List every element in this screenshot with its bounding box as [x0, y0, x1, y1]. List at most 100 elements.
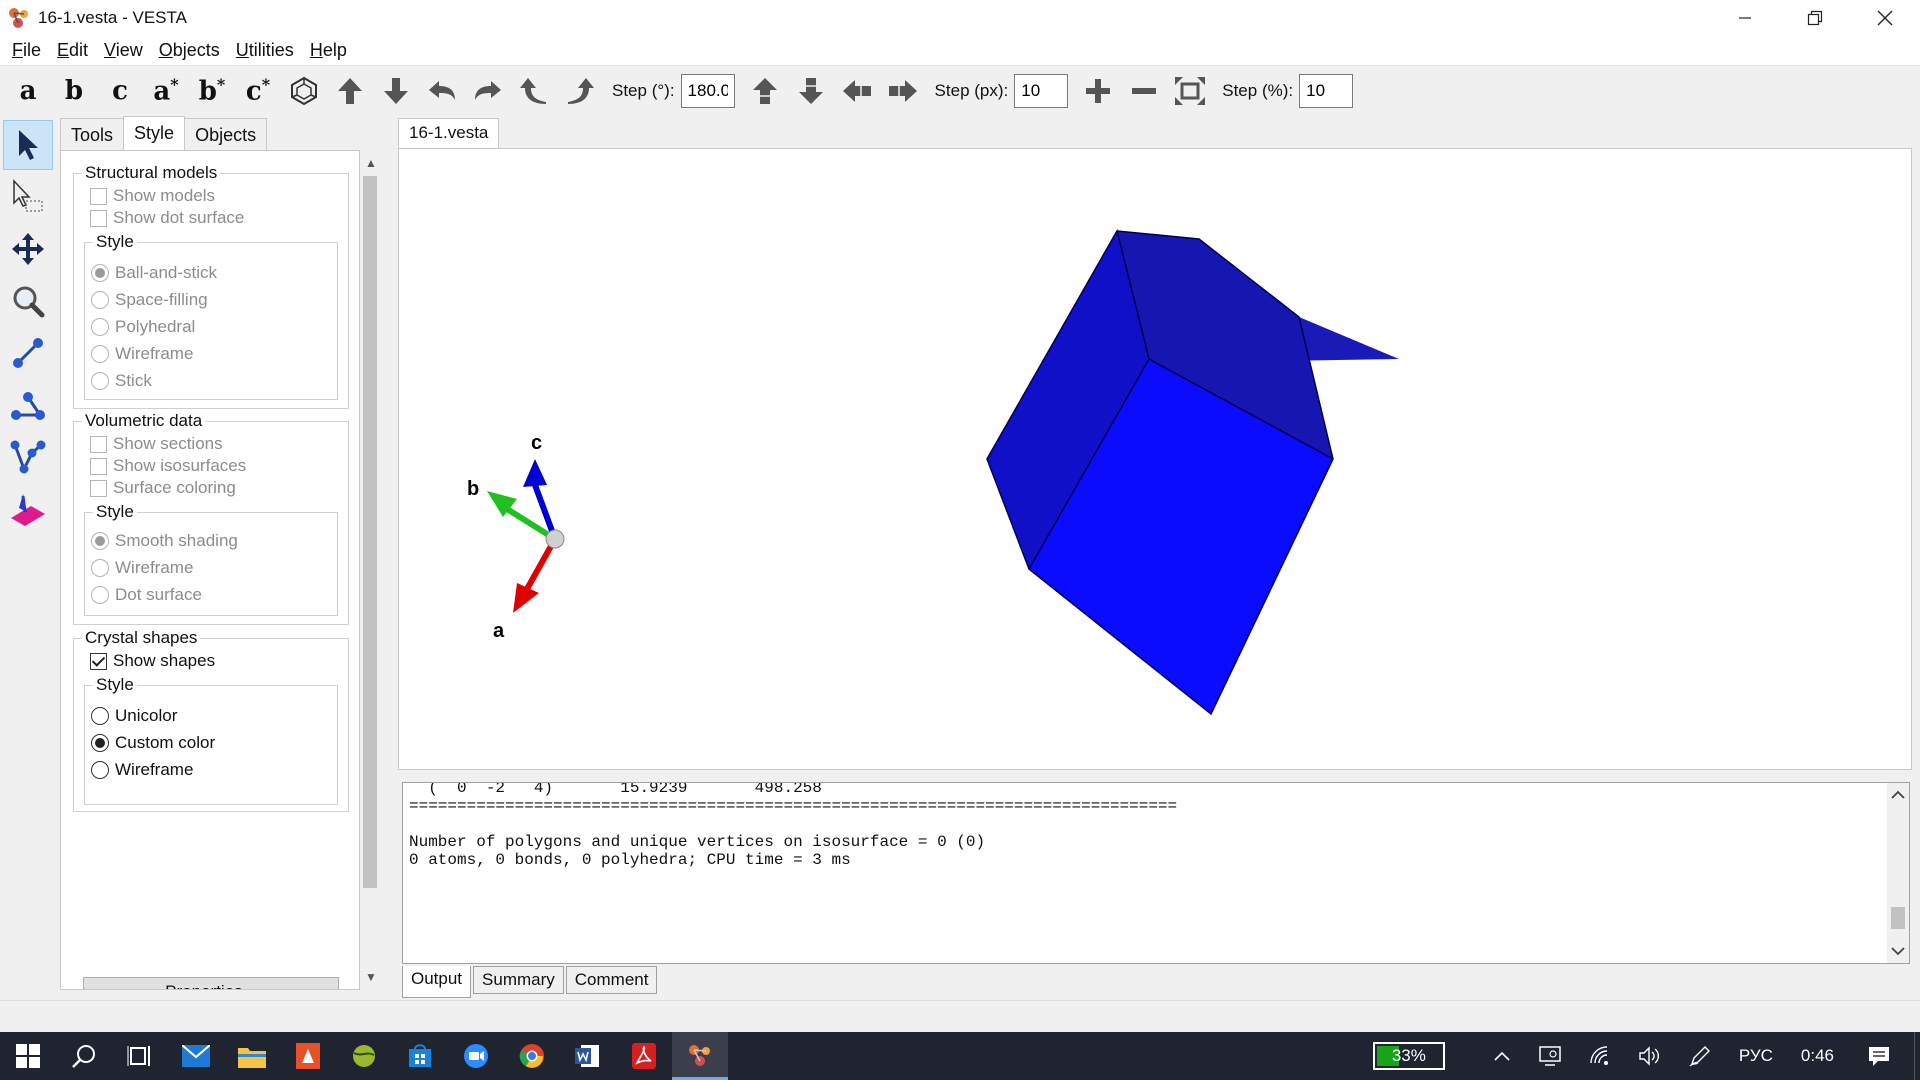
show-desktop-button[interactable]	[1914, 1032, 1920, 1080]
radio-unicolor[interactable]: Unicolor	[91, 706, 177, 726]
radio-custom-color[interactable]: Custom color	[91, 733, 215, 753]
side-panel-scrollbar[interactable]: ▲ ▼	[360, 150, 380, 990]
menu-utilities[interactable]: Utilities	[228, 40, 302, 61]
minimize-button[interactable]	[1710, 0, 1780, 36]
rotate-down-button[interactable]	[376, 71, 416, 111]
taskbar-app-ball[interactable]	[336, 1032, 392, 1080]
translate-down-button[interactable]	[791, 71, 831, 111]
scroll-down-icon[interactable]	[1887, 941, 1909, 961]
network-button[interactable]	[1589, 1046, 1611, 1066]
radio-structural-wireframe[interactable]: Wireframe	[91, 344, 193, 364]
pen-button[interactable]	[1689, 1045, 1711, 1067]
close-button[interactable]	[1850, 0, 1920, 36]
taskbar-store[interactable]	[392, 1032, 448, 1080]
zoom-tool-button[interactable]	[3, 276, 53, 326]
battery-indicator[interactable]: 33%	[1372, 1042, 1445, 1070]
radio-space-filling[interactable]: Space-filling	[91, 290, 208, 310]
tray-app-button[interactable]	[1539, 1046, 1561, 1066]
view-along-cstar-button[interactable]: c*	[238, 71, 278, 111]
taskbar-word[interactable]	[560, 1032, 616, 1080]
view-along-b-button[interactable]: b	[54, 71, 94, 111]
clock[interactable]: 0:46	[1801, 1046, 1834, 1066]
surface-coloring-checkbox[interactable]: Surface coloring	[90, 478, 236, 498]
translate-right-button[interactable]	[883, 71, 923, 111]
lattice-plane-tool-button[interactable]	[3, 484, 53, 534]
view-along-c-button[interactable]: c	[100, 71, 140, 111]
view-along-a-button[interactable]: a	[8, 71, 48, 111]
tab-file[interactable]: 16-1.vesta	[398, 118, 500, 148]
scroll-down-icon[interactable]: ▼	[365, 970, 377, 984]
zoom-in-button[interactable]	[1078, 71, 1118, 111]
tab-comment[interactable]: Comment	[565, 966, 658, 994]
taskbar-zoom[interactable]	[448, 1032, 504, 1080]
taskbar-mail[interactable]	[168, 1032, 224, 1080]
radio-volumetric-wireframe[interactable]: Wireframe	[91, 558, 193, 578]
taskbar-vesta[interactable]	[672, 1032, 728, 1080]
fit-to-screen-button[interactable]	[1170, 71, 1210, 111]
task-view-button[interactable]	[112, 1032, 168, 1080]
3d-viewport[interactable]: c b a	[398, 148, 1912, 770]
tab-summary[interactable]: Summary	[473, 966, 564, 994]
standard-orientation-button[interactable]	[284, 71, 324, 111]
distance-tool-button[interactable]	[3, 328, 53, 378]
scroll-up-icon[interactable]: ▲	[365, 156, 377, 170]
show-shapes-checkbox[interactable]: Show shapes	[90, 651, 215, 671]
taskbar-acrobat[interactable]	[616, 1032, 672, 1080]
tab-objects[interactable]: Objects	[184, 118, 268, 150]
menu-edit[interactable]: Edit	[49, 40, 96, 61]
store-icon	[409, 1044, 431, 1067]
dihedral-angle-tool-button[interactable]	[3, 432, 53, 482]
output-scrollbar[interactable]	[1887, 783, 1909, 963]
taskbar-file-explorer[interactable]	[224, 1032, 280, 1080]
view-along-astar-button[interactable]: a*	[146, 71, 186, 111]
show-hidden-icons-button[interactable]	[1493, 1050, 1511, 1062]
rotate-right-button[interactable]	[468, 71, 508, 111]
restore-button[interactable]	[1780, 0, 1850, 36]
radio-smooth-shading[interactable]: Smooth shading	[91, 531, 238, 551]
output-scroll-thumb[interactable]	[1891, 907, 1905, 929]
rotate-cw-button[interactable]	[560, 71, 600, 111]
show-dot-surface-checkbox[interactable]: Show dot surface	[90, 208, 244, 228]
step-px-input[interactable]	[1014, 74, 1069, 108]
show-isosurfaces-checkbox[interactable]: Show isosurfaces	[90, 456, 246, 476]
tab-output[interactable]: Output	[402, 966, 472, 998]
action-center-button[interactable]	[1868, 1045, 1890, 1067]
side-panel-scroll-thumb[interactable]	[363, 176, 377, 888]
radio-crystal-wireframe[interactable]: Wireframe	[91, 760, 193, 780]
angle-tool-button[interactable]	[3, 380, 53, 430]
rotate-up-button[interactable]	[330, 71, 370, 111]
radio-stick[interactable]: Stick	[91, 371, 152, 391]
taskbar-chrome[interactable]	[504, 1032, 560, 1080]
scroll-up-icon[interactable]	[1887, 785, 1909, 805]
tab-style[interactable]: Style	[123, 116, 186, 150]
step-percent-input[interactable]	[1299, 74, 1354, 108]
view-along-bstar-button[interactable]: b*	[192, 71, 232, 111]
radio-dot-surface[interactable]: Dot surface	[91, 585, 202, 605]
select-region-tool-button[interactable]	[3, 172, 53, 222]
minimize-icon	[1739, 17, 1751, 19]
translate-tool-button[interactable]	[3, 224, 53, 274]
step-degree-input[interactable]	[680, 74, 735, 108]
menu-view[interactable]: View	[96, 40, 151, 61]
start-button[interactable]	[0, 1032, 56, 1080]
select-tool-button[interactable]	[3, 120, 53, 170]
radio-polyhedral[interactable]: Polyhedral	[91, 317, 195, 337]
tab-tools[interactable]: Tools	[60, 118, 125, 150]
translate-left-button[interactable]	[837, 71, 877, 111]
input-language-indicator[interactable]: РУС	[1739, 1046, 1773, 1066]
properties-button[interactable]: Properties...	[83, 977, 339, 989]
menu-file[interactable]: File	[4, 40, 49, 61]
show-models-checkbox[interactable]: Show models	[90, 186, 215, 206]
show-sections-checkbox[interactable]: Show sections	[90, 434, 223, 454]
zoom-out-button[interactable]	[1124, 71, 1164, 111]
menu-objects[interactable]: Objects	[151, 40, 228, 61]
volume-button[interactable]	[1639, 1046, 1661, 1066]
translate-up-button[interactable]	[745, 71, 785, 111]
taskbar-office-app[interactable]	[280, 1032, 336, 1080]
radio-ball-and-stick[interactable]: Ball-and-stick	[91, 263, 217, 283]
rotate-ccw-button[interactable]	[514, 71, 554, 111]
menu-help[interactable]: Help	[302, 40, 355, 61]
search-button[interactable]	[56, 1032, 112, 1080]
rotate-left-button[interactable]	[422, 71, 462, 111]
output-text-area[interactable]: ( 0 -2 4) 15.9239 498.258 ==============…	[402, 782, 1910, 964]
